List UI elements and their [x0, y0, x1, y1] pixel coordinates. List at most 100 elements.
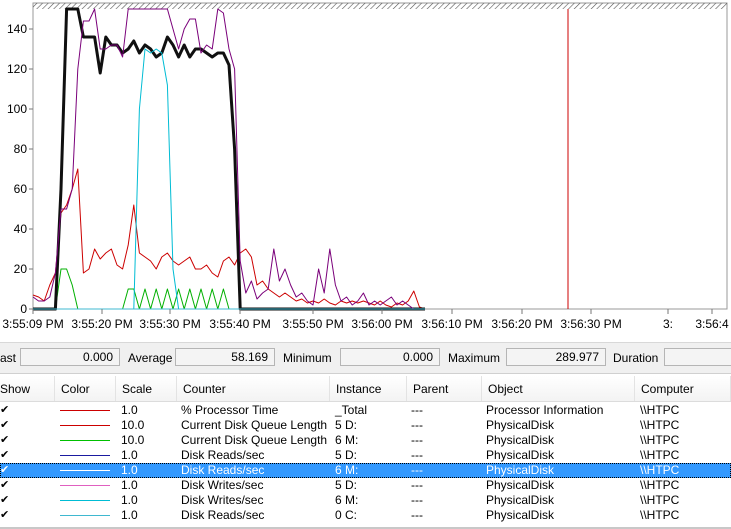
computer-cell: \\HTPC — [640, 508, 680, 522]
object-cell: PhysicalDisk — [486, 493, 555, 507]
y-tick-label: 120 — [7, 62, 27, 76]
x-tick-label: 3:56:00 PM — [351, 317, 412, 331]
computer-cell: \\HTPC — [640, 448, 680, 462]
color-swatch — [60, 470, 110, 471]
color-swatch — [60, 485, 110, 486]
x-tick-label: 3:55:30 PM — [139, 317, 200, 331]
instance-cell: 5 D: — [335, 418, 358, 432]
x-tick-label: 3:56:10 PM — [421, 317, 482, 331]
computer-cell: \\HTPC — [640, 478, 680, 492]
show-checkbox[interactable]: ✔ — [0, 404, 10, 415]
scale-cell: 1.0 — [121, 448, 138, 462]
counter-row[interactable]: ✔ 1.0 Disk Reads/sec 6 M: --- PhysicalDisk \\H… — [0, 463, 731, 478]
column-counter[interactable]: Counter — [177, 376, 330, 401]
x-tick-label: 3:56:30 PM — [560, 317, 621, 331]
column-scale[interactable]: Scale — [116, 376, 177, 401]
x-tick-label: 3: — [663, 317, 673, 331]
counter-row[interactable]: ✔ 10.0 Current Disk Queue Length 5 D: --- Phy… — [0, 418, 731, 433]
counter-row[interactable]: ✔ 10.0 Current Disk Queue Length 6 M: --- Phy… — [0, 433, 731, 448]
show-checkbox[interactable]: ✔ — [0, 509, 10, 520]
parent-cell: --- — [411, 403, 423, 417]
y-tick-label: 60 — [14, 182, 28, 196]
average-label: Average — [128, 351, 173, 365]
show-checkbox[interactable]: ✔ — [0, 419, 10, 430]
color-swatch — [60, 500, 110, 501]
parent-cell: --- — [411, 478, 423, 492]
counter-table: Show Color Scale Counter Instance Parent… — [0, 376, 731, 529]
x-tick-label: 3:56:20 PM — [491, 317, 552, 331]
last-label: ast — [0, 351, 17, 365]
scale-cell: 1.0 — [121, 508, 138, 522]
computer-cell: \\HTPC — [640, 433, 680, 447]
computer-cell: \\HTPC — [640, 403, 680, 417]
scale-cell: 1.0 — [121, 493, 138, 507]
counter-cell: Disk Reads/sec — [181, 448, 265, 462]
color-swatch — [60, 440, 110, 441]
performance-monitor: 0 20 40 60 80 100 120 140 3:55:09 PM 3:55:20 PM 3… — [0, 0, 731, 529]
column-parent[interactable]: Parent — [407, 376, 482, 401]
show-checkbox[interactable]: ✔ — [0, 479, 10, 490]
color-swatch — [60, 410, 110, 411]
chart-top-hatch — [33, 3, 727, 9]
counter-row[interactable]: ✔ 1.0 Disk Reads/sec 5 D: --- PhysicalDisk \\H… — [0, 448, 731, 463]
y-tick-label: 40 — [14, 222, 28, 236]
x-tick-label: 3:56:4 — [695, 317, 729, 331]
minimum-label: Minimum — [283, 351, 332, 365]
line-chart: 0 20 40 60 80 100 120 140 3:55:09 PM 3:55:20 PM 3… — [2, 2, 729, 331]
computer-cell: \\HTPC — [640, 418, 680, 432]
color-swatch — [60, 425, 110, 426]
show-checkbox[interactable]: ✔ — [0, 434, 10, 445]
column-instance[interactable]: Instance — [330, 376, 407, 401]
counter-cell: Disk Writes/sec — [181, 478, 264, 492]
show-checkbox[interactable]: ✔ — [0, 494, 10, 505]
object-cell: Processor Information — [486, 403, 604, 417]
scale-cell: 10.0 — [121, 433, 145, 447]
counter-row[interactable]: ✔ 1.0 Disk Reads/sec 0 C: --- PhysicalDisk \\H… — [0, 508, 731, 523]
minimum-value: 0.000 — [340, 348, 440, 366]
computer-cell: \\HTPC — [640, 493, 680, 507]
object-cell: PhysicalDisk — [486, 478, 555, 492]
last-value: 0.000 — [20, 348, 120, 366]
counter-cell: Disk Reads/sec — [181, 463, 265, 477]
instance-cell: 5 D: — [335, 448, 358, 462]
scale-cell: 1.0 — [121, 463, 138, 477]
object-cell: PhysicalDisk — [486, 463, 555, 477]
parent-cell: --- — [411, 463, 423, 477]
show-checkbox[interactable]: ✔ — [0, 464, 10, 475]
counter-row[interactable]: ✔ 1.0 % Processor Time _Total --- Processor I… — [0, 403, 731, 418]
object-cell: PhysicalDisk — [486, 418, 555, 432]
y-tick-label: 100 — [7, 102, 27, 116]
instance-cell: 6 M: — [335, 433, 359, 447]
instance-cell: _Total — [335, 403, 368, 417]
counter-cell: % Processor Time — [181, 403, 279, 417]
instance-cell: 0 C: — [335, 508, 358, 522]
counter-row[interactable]: ✔ 1.0 Disk Writes/sec 5 D: --- PhysicalDisk \\… — [0, 478, 731, 493]
y-tick-label: 140 — [7, 22, 27, 36]
scale-cell: 1.0 — [121, 478, 138, 492]
column-object[interactable]: Object — [482, 376, 635, 401]
column-computer[interactable]: Computer — [635, 376, 731, 401]
object-cell: PhysicalDisk — [486, 448, 555, 462]
y-tick-label: 20 — [14, 262, 28, 276]
counter-row[interactable]: ✔ 1.0 Disk Writes/sec 6 M: --- PhysicalDisk \\… — [0, 493, 731, 508]
parent-cell: --- — [411, 448, 423, 462]
parent-cell: --- — [411, 493, 423, 507]
instance-cell: 6 M: — [335, 493, 359, 507]
y-tick-label: 0 — [20, 302, 27, 316]
counter-cell: Current Disk Queue Length — [181, 418, 328, 432]
maximum-label: Maximum — [448, 351, 501, 365]
color-swatch — [60, 455, 110, 456]
color-swatch — [60, 515, 110, 516]
object-cell: PhysicalDisk — [486, 508, 555, 522]
instance-cell: 5 D: — [335, 478, 358, 492]
counter-cell: Disk Reads/sec — [181, 508, 265, 522]
statistics-bar: ast 0.000 Average 58.169 Minimum 0.000 M… — [0, 342, 731, 374]
parent-cell: --- — [411, 433, 423, 447]
scale-cell: 10.0 — [121, 418, 145, 432]
show-checkbox[interactable]: ✔ — [0, 449, 10, 460]
column-color[interactable]: Color — [55, 376, 116, 401]
parent-cell: --- — [411, 418, 423, 432]
x-tick-label: 3:55:09 PM — [2, 317, 63, 331]
column-show[interactable]: Show — [0, 376, 55, 401]
parent-cell: --- — [411, 508, 423, 522]
